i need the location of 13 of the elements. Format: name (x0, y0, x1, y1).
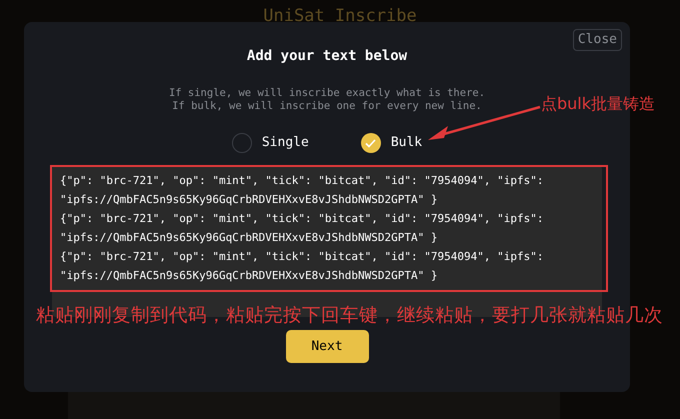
annotation-note: 点bulk批量铸造 (541, 94, 656, 114)
radio-option[interactable]: Single (232, 133, 309, 153)
page-title: UniSat Inscribe (262, 5, 418, 28)
description-line: If single, we will inscribe exactly what is there. (168, 87, 486, 100)
description-line: If bulk, we will inscribe one for every new line. (172, 100, 482, 113)
code-line: {"p": "brc-721", "op": "mint", "tick": "bitcat", "id": "7954094", "ipfs": "ipfs://QmbFAC5n9s65Ky96GqCrbRDVEHXxvE8vJShdbNWSD2GPTA" } (60, 173, 544, 208)
next-button[interactable]: Next (286, 330, 368, 363)
annotation-note: 粘贴刚刚复制到代码，粘贴完按下回车键，继续粘贴，要打几张就粘贴几次 (36, 304, 663, 328)
dialog-title: Add your text below (246, 47, 408, 66)
code-line: {"p": "brc-721", "op": "mint", "tick": "bitcat", "id": "7954094", "ipfs": "ipfs://QmbFAC5n9s65Ky96GqCrbRDVEHXxvE8vJShdbNWSD2GPTA" } (60, 249, 544, 284)
close-button[interactable]: Close (572, 29, 622, 51)
radio-option[interactable]: Bulk (360, 133, 422, 153)
code-line: {"p": "brc-721", "op": "mint", "tick": "bitcat", "id": "7954094", "ipfs": "ipfs://QmbFAC5n9s65Ky96GqCrbRDVEHXxvE8vJShdbNWSD2GPTA" } (60, 211, 544, 246)
